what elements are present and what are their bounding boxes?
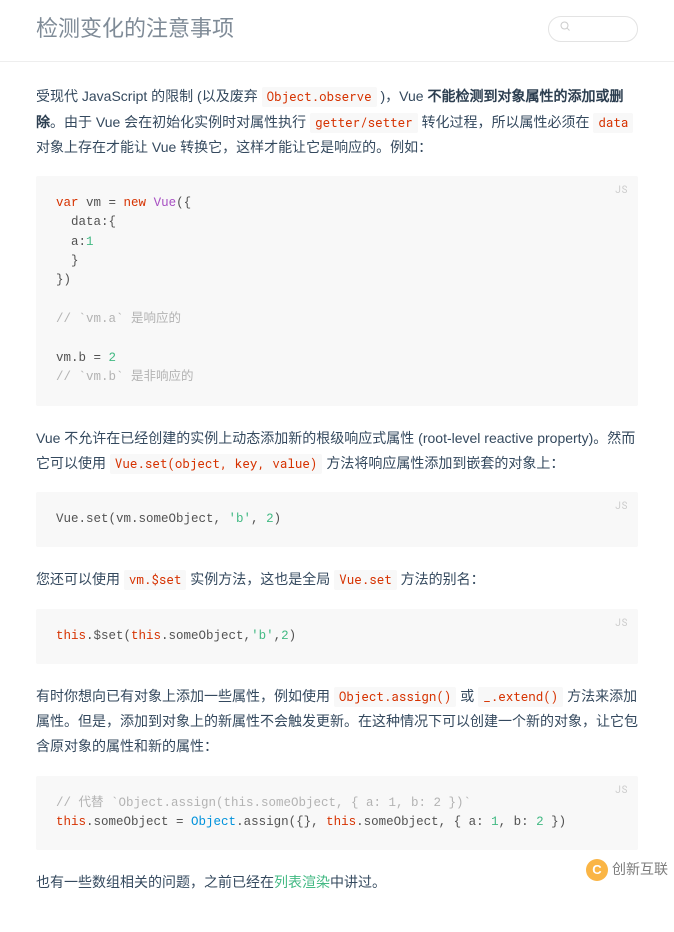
tok: this bbox=[56, 815, 86, 829]
tok: // 代替 `Object.assign(this.someObject, { … bbox=[56, 796, 471, 810]
tok: 1 bbox=[86, 235, 94, 249]
code-block-3: JS this.$set(this.someObject,'b',2) bbox=[36, 609, 638, 664]
text: 对象上存在才能让 Vue 转换它，这样才能让它是响应的。例如： bbox=[36, 139, 432, 155]
paragraph-4: 有时你想向已有对象上添加一些属性，例如使用 Object.assign() 或 … bbox=[36, 684, 638, 760]
content: 受现代 JavaScript 的限制 (以及废弃 Object.observe … bbox=[0, 62, 674, 931]
inline-code: Vue.set(object, key, value) bbox=[110, 454, 323, 474]
code-block-4: JS // 代替 `Object.assign(this.someObject,… bbox=[36, 776, 638, 851]
tok: 2 bbox=[266, 512, 274, 526]
tok: 'b' bbox=[251, 629, 274, 643]
code-lang-badge: JS bbox=[615, 498, 628, 514]
tok: 1 bbox=[491, 815, 499, 829]
search-icon bbox=[559, 18, 571, 38]
code-block-1: JS var vm = new Vue({ data:{ a:1 } }) //… bbox=[36, 176, 638, 406]
text: 方法将响应属性添加到嵌套的对象上： bbox=[322, 455, 564, 471]
code-block-2: JS Vue.set(vm.someObject, 'b', 2) bbox=[36, 492, 638, 547]
inline-code: vm.$set bbox=[124, 570, 187, 590]
inline-code: Object.assign() bbox=[334, 687, 457, 707]
inline-code: Vue.set bbox=[334, 570, 397, 590]
inline-code: data bbox=[593, 113, 633, 133]
code-content: this.$set(this.someObject,'b',2) bbox=[56, 627, 618, 646]
paragraph-3: 您还可以使用 vm.$set 实例方法，这也是全局 Vue.set 方法的别名： bbox=[36, 567, 638, 592]
code-lang-badge: JS bbox=[615, 782, 628, 798]
inline-code: Object.observe bbox=[262, 87, 377, 107]
text: )，Vue bbox=[377, 88, 428, 104]
code-lang-badge: JS bbox=[615, 182, 628, 198]
tok: // `vm.a` 是响应的 bbox=[56, 312, 181, 326]
paragraph-2: Vue 不允许在已经创建的实例上动态添加新的根级响应式属性 (root-leve… bbox=[36, 426, 638, 476]
tok: 2 bbox=[536, 815, 544, 829]
text: 受现代 JavaScript 的限制 (以及废弃 bbox=[36, 88, 262, 104]
text: 转化过程，所以属性必须在 bbox=[418, 114, 594, 130]
search-input[interactable] bbox=[548, 16, 638, 42]
tok: 'b' bbox=[229, 512, 252, 526]
tok: this bbox=[326, 815, 356, 829]
header-bar: 检测变化的注意事项 bbox=[0, 0, 674, 62]
text: 有时你想向已有对象上添加一些属性，例如使用 bbox=[36, 688, 334, 704]
paragraph-5: 也有一些数组相关的问题，之前已经在列表渲染中讲过。 bbox=[36, 870, 638, 895]
code-lang-badge: JS bbox=[615, 615, 628, 631]
tok: 2 bbox=[109, 351, 117, 365]
code-content: // 代替 `Object.assign(this.someObject, { … bbox=[56, 794, 618, 833]
code-content: var vm = new Vue({ data:{ a:1 } }) // `v… bbox=[56, 194, 618, 388]
tok: this bbox=[131, 629, 161, 643]
tok: Object bbox=[191, 815, 236, 829]
tok: 2 bbox=[281, 629, 289, 643]
inline-code: _.extend() bbox=[478, 687, 563, 707]
page-title: 检测变化的注意事项 bbox=[36, 10, 234, 47]
text: 或 bbox=[456, 688, 478, 704]
code-content: Vue.set(vm.someObject, 'b', 2) bbox=[56, 510, 618, 529]
text: 。由于 Vue 会在初始化实例时对属性执行 bbox=[50, 114, 310, 130]
text: 实例方法，这也是全局 bbox=[186, 571, 334, 587]
tok: Vue bbox=[154, 196, 177, 210]
inline-code: getter/setter bbox=[310, 113, 418, 133]
paragraph-1: 受现代 JavaScript 的限制 (以及废弃 Object.observe … bbox=[36, 84, 638, 160]
tok: this bbox=[56, 629, 86, 643]
tok: new bbox=[124, 196, 147, 210]
text: 您还可以使用 bbox=[36, 571, 124, 587]
tok: // `vm.b` 是非响应的 bbox=[56, 370, 194, 384]
tok: var bbox=[56, 196, 79, 210]
text: 方法的别名： bbox=[397, 571, 485, 587]
